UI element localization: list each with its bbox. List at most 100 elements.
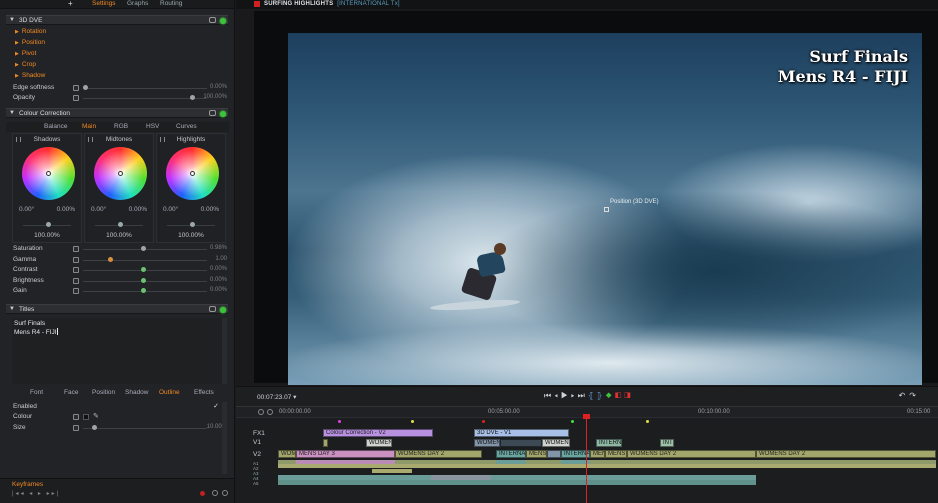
timeline-clip[interactable]: WOM [278, 450, 296, 458]
timeline-clip[interactable]: WOMENS DAY 2 [395, 450, 482, 458]
subsection-crop[interactable]: ▶ Crop [15, 60, 36, 70]
link-icon[interactable] [209, 110, 216, 116]
timeline-clip[interactable]: INT [660, 439, 674, 447]
marker[interactable] [482, 420, 485, 423]
collapse-triangle-icon[interactable]: ▼ [9, 306, 15, 312]
text-scrollbar[interactable] [222, 318, 227, 384]
wheel-puck[interactable] [46, 171, 51, 176]
midtones-color-wheel[interactable] [94, 147, 147, 200]
slider-knob[interactable] [190, 222, 195, 227]
audio-clip[interactable] [372, 469, 412, 473]
timeline-clip[interactable]: MENS [605, 450, 627, 458]
link-icon[interactable] [209, 17, 216, 23]
audio-clip[interactable] [296, 460, 395, 464]
keyframe-nav-buttons[interactable]: |◂◂ ◂ ▸ ▸▸| [12, 490, 60, 497]
keyframe-toggle-icon[interactable] [73, 95, 79, 101]
timeline-clip[interactable]: WOMENS DAY 2 [756, 450, 936, 458]
keyframe-toggle-icon[interactable] [73, 85, 79, 91]
zoom-in-icon[interactable] [267, 409, 273, 415]
position-handle[interactable] [604, 207, 609, 212]
section-colour-correction[interactable]: ▼ Colour Correction [6, 108, 228, 118]
highlights-color-wheel[interactable] [166, 147, 219, 200]
track-label-a5[interactable]: A5 [253, 481, 259, 486]
mark-in-icon[interactable]: ⦃ [588, 391, 597, 400]
tab-balance[interactable]: Balance [44, 123, 68, 130]
link-icon[interactable] [209, 306, 216, 312]
timeline-clip[interactable] [547, 450, 561, 458]
title-overlay[interactable]: Surf Finals Mens R4 - FIJI [778, 47, 908, 87]
timeline-clip[interactable] [500, 439, 542, 447]
subsection-rotation[interactable]: ▶ Rotation [15, 27, 46, 37]
tab-outline[interactable]: Outline [159, 389, 180, 396]
tab-graphs[interactable]: Graphs [127, 0, 148, 8]
timeline-clip[interactable]: WOMEN [474, 439, 500, 447]
marker[interactable] [338, 420, 341, 423]
enable-led-icon[interactable] [220, 111, 226, 117]
subsection-position[interactable]: ▶ Position [15, 38, 45, 48]
slider-knob[interactable] [140, 288, 146, 293]
go-to-end-icon[interactable]: ⏭ [578, 391, 588, 400]
tab-effects[interactable]: Effects [194, 389, 214, 396]
timeline-clip[interactable]: MEN [590, 450, 605, 458]
collapse-triangle-icon[interactable]: ▼ [9, 110, 15, 116]
slider-knob[interactable] [83, 85, 88, 90]
size-slider[interactable] [83, 428, 207, 429]
playhead-handle[interactable] [583, 414, 590, 419]
marker[interactable] [411, 420, 414, 423]
track-label-v2[interactable]: V2 [253, 451, 261, 458]
play-icon[interactable]: ▶ [561, 391, 571, 400]
section-titles[interactable]: ▼ Titles [6, 304, 228, 314]
overwrite-icon[interactable]: ◨ [624, 391, 633, 400]
track-label-fx1[interactable]: FX1 [253, 430, 265, 437]
record-keyframe-icon[interactable] [200, 491, 205, 496]
eyedropper-icon[interactable]: ✎ [93, 412, 99, 420]
go-to-start-icon[interactable]: ⏮ [544, 391, 554, 400]
tab-font[interactable]: Font [30, 389, 43, 396]
audio-clip[interactable] [278, 464, 936, 468]
enable-led-icon[interactable] [220, 307, 226, 313]
timeline-clip[interactable]: WOMENS DAY 2 [627, 450, 756, 458]
keyframe-toggle-icon[interactable] [73, 246, 79, 252]
opacity-slider[interactable] [83, 98, 207, 99]
wheel-puck[interactable] [118, 171, 123, 176]
collapse-triangle-icon[interactable]: ▼ [9, 17, 15, 23]
slider-knob[interactable] [108, 257, 114, 262]
slider-knob[interactable] [46, 222, 51, 227]
tab-curves[interactable]: Curves [176, 123, 197, 130]
slider-knob[interactable] [140, 278, 146, 283]
title-text-input[interactable]: Surf Finals Mens R4 - FIJI [12, 318, 224, 384]
tab-routing[interactable]: Routing [160, 0, 182, 8]
keyframe-toggle-icon[interactable] [73, 425, 79, 431]
tab-main[interactable]: Main [82, 123, 96, 130]
tab-position[interactable]: Position [92, 389, 115, 396]
section-3d-dve[interactable]: ▼ 3D DVE [6, 15, 228, 25]
zoom-out-icon[interactable] [258, 409, 264, 415]
timeline-clip[interactable]: WOMENS [542, 439, 570, 447]
slider-knob[interactable] [118, 222, 123, 227]
keyframe-toggle-icon[interactable] [73, 278, 79, 284]
timecode-display[interactable]: 00:07:23.07 ▾ [257, 393, 296, 401]
playhead[interactable] [583, 414, 590, 503]
keyframe-toggle-icon[interactable] [73, 288, 79, 294]
keyframe-toggle-icon[interactable] [73, 257, 79, 263]
shadows-color-wheel[interactable] [22, 147, 75, 200]
slider-knob[interactable] [92, 425, 97, 430]
step-forward-icon[interactable]: ▸ [571, 391, 578, 400]
subsection-shadow[interactable]: ▶ Shadow [15, 71, 45, 81]
slider-knob[interactable] [140, 267, 146, 272]
audio-clip[interactable] [496, 460, 526, 464]
tab-rgb[interactable]: RGB [114, 123, 128, 130]
edge-softness-slider[interactable] [83, 88, 207, 89]
tab-hsv[interactable]: HSV [146, 123, 159, 130]
marker[interactable] [646, 420, 649, 423]
redo-icon[interactable]: ↷ [909, 391, 920, 400]
add-tab-button[interactable]: + [68, 0, 73, 8]
enable-led-icon[interactable] [220, 18, 226, 24]
timeline-clip[interactable]: INTERN [596, 439, 622, 447]
mark-out-icon[interactable]: ⦄ [597, 391, 606, 400]
timeline-clip[interactable] [323, 439, 328, 447]
keyframe-toggle-icon[interactable] [73, 267, 79, 273]
slider-knob[interactable] [140, 246, 146, 251]
undo-icon[interactable]: ↶ [899, 391, 910, 400]
step-back-icon[interactable]: ◂ [554, 391, 561, 400]
